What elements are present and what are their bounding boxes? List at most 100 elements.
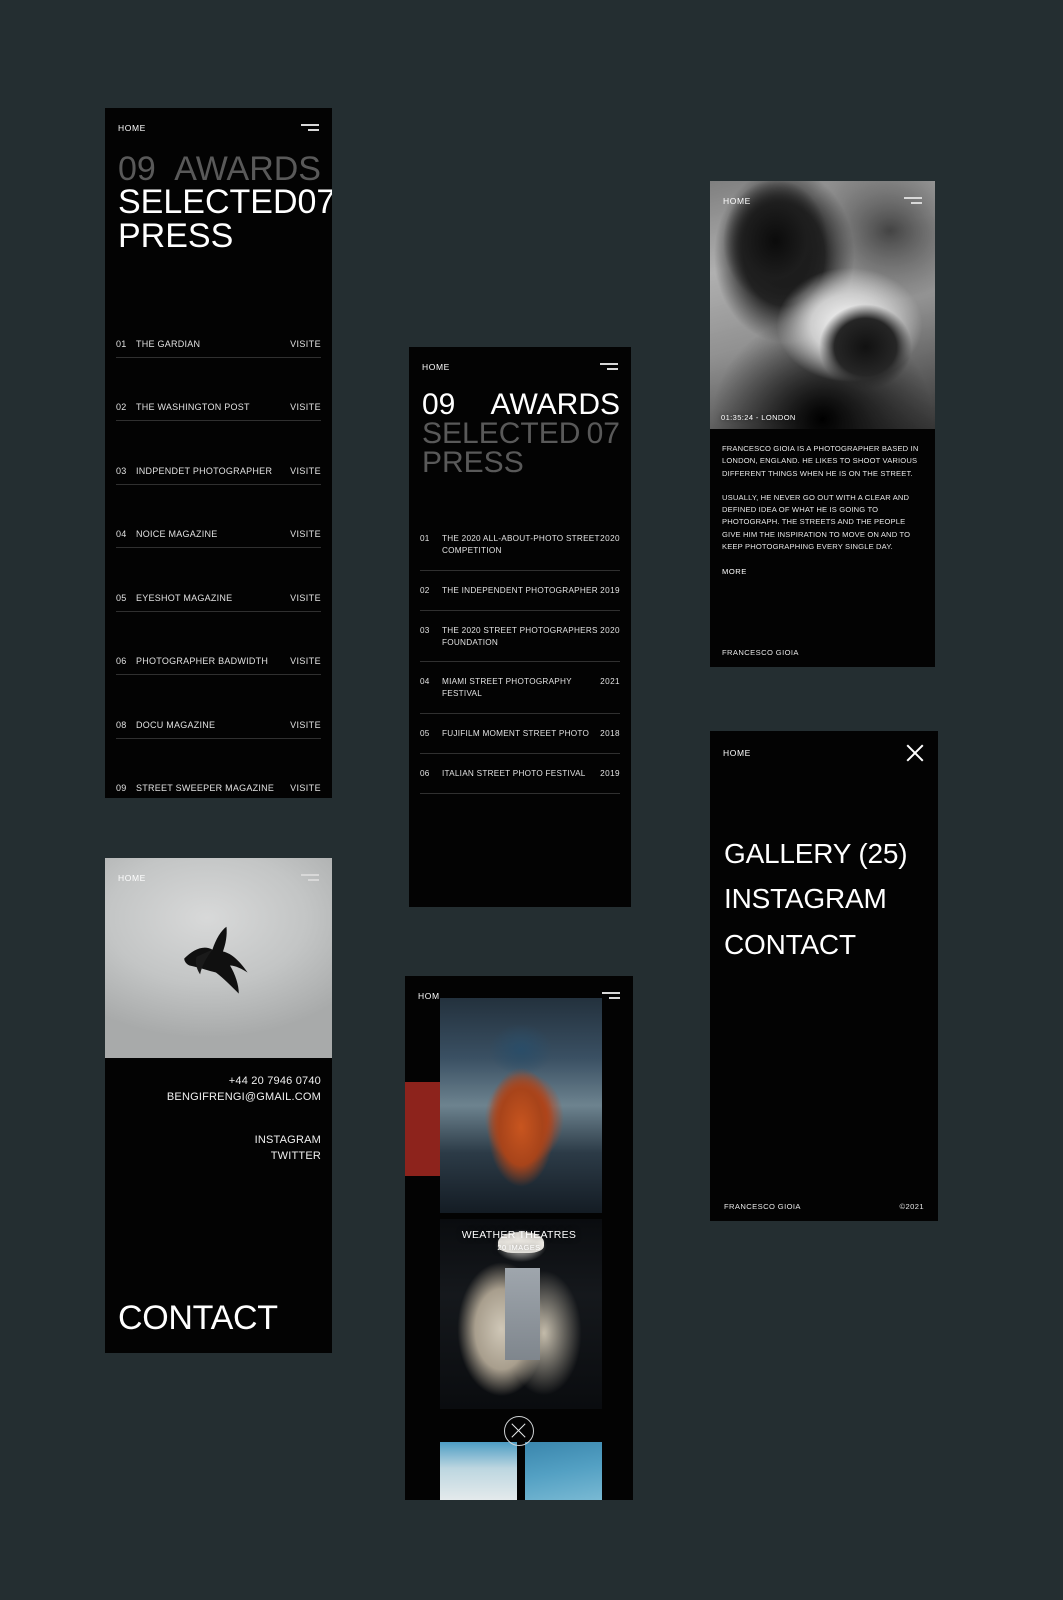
close-icon[interactable] [504, 1416, 534, 1446]
visite-link[interactable]: VISITE [290, 783, 321, 793]
award-year: 2018 [600, 729, 620, 739]
hamburger-icon[interactable] [301, 873, 319, 883]
visite-link[interactable]: VISITE [290, 529, 321, 539]
row-title: ITALIAN STREET PHOTO FESTIVAL [442, 769, 586, 779]
table-row[interactable]: 04 NOICE MAGAZINE VISITE [116, 485, 321, 548]
selected-press-panel: HOME 09 AWARDS SELECTED 07 PRESS 01 THE G… [105, 108, 332, 798]
row-number: 03 [420, 625, 430, 635]
row-number: 04 [420, 677, 430, 687]
menu-link[interactable]: CONTACT [724, 922, 924, 967]
row-left: 08 DOCU MAGAZINE [116, 720, 215, 730]
gallery-image-count: 20 IMAGES [497, 1243, 541, 1253]
table-row[interactable]: 02 THE INDEPENDENT PHOTOGRAPHER 2019 [420, 571, 620, 611]
gallery-topbar: HOM [405, 976, 633, 1016]
contact-panel: HOME +44 20 7946 0740 BENGIFRENGI@GMAIL.… [105, 858, 332, 1353]
press-number: 07 [586, 417, 620, 451]
table-row[interactable]: 06 ITALIAN STREET PHOTO FESTIVAL 2019 [420, 754, 620, 795]
press-number: 07 [297, 183, 333, 222]
row-number: 04 [116, 529, 127, 539]
row-left: 05 EYESHOT MAGAZINE [116, 593, 232, 603]
more-link[interactable]: MORE [722, 567, 923, 576]
visite-link[interactable]: VISITE [290, 593, 321, 603]
table-row[interactable]: 05 FUJIFILM MOMENT STREET PHOTO 2018 [420, 714, 620, 755]
row-left: 02 THE INDEPENDENT PHOTOGRAPHER [420, 585, 598, 597]
list-item[interactable] [525, 1442, 602, 1500]
close-icon[interactable] [905, 743, 925, 763]
row-title: INDPENDET PHOTOGRAPHER [136, 465, 273, 476]
gallery-thumbnails [440, 1442, 602, 1500]
awards-list: 01 THE 2020 ALL-ABOUT-PHOTO STREET COMPET… [420, 519, 620, 795]
social-link[interactable]: TWITTER [119, 1149, 321, 1165]
row-number: 01 [420, 534, 430, 543]
visite-link[interactable]: VISITE [290, 656, 321, 666]
home-link[interactable]: HOME [118, 123, 146, 133]
home-link[interactable]: HOME [723, 196, 751, 206]
row-number: 09 [116, 783, 127, 793]
row-left: 03 THE 2020 STREET PHOTOGRAPHERS FOUNDATI… [420, 625, 600, 649]
menu-overlay-panel: HOME GALLERY (25) INSTAGRAM CONTACT FRANCE… [710, 731, 938, 1221]
home-link[interactable]: HOME [723, 748, 751, 758]
row-title: STREET SWEEPER MAGAZINE [136, 783, 275, 793]
table-row[interactable]: 01 THE GARDIAN VISITE [116, 294, 321, 358]
table-row[interactable]: 02 THE WASHINGTON POST VISITE [116, 358, 321, 421]
press-headline-row[interactable]: SELECTED 07 [118, 183, 332, 222]
row-number: 01 [116, 338, 127, 349]
table-row[interactable]: 05 EYESHOT MAGAZINE VISITE [116, 548, 321, 612]
row-title: NOICE MAGAZINE [136, 529, 218, 539]
row-left: 06 ITALIAN STREET PHOTO FESTIVAL [420, 768, 586, 780]
row-number: 05 [420, 729, 430, 739]
table-row[interactable]: 03 THE 2020 STREET PHOTOGRAPHERS FOUNDATI… [420, 611, 620, 663]
phone-number[interactable]: +44 20 7946 0740 [119, 1074, 321, 1090]
table-row[interactable]: 01 THE 2020 ALL-ABOUT-PHOTO STREET COMPET… [420, 519, 620, 571]
row-title: EYESHOT MAGAZINE [136, 592, 233, 603]
photo-caption: 01:35:24 - LONDON [721, 413, 796, 422]
table-row[interactable]: 06 PHOTOGRAPHER BADWIDTH VISITE [116, 612, 321, 675]
hamburger-icon[interactable] [301, 123, 319, 133]
list-item[interactable] [440, 1442, 517, 1500]
hamburger-icon[interactable] [600, 362, 618, 372]
award-year: 2020 [600, 625, 620, 635]
row-left: 03 INDPENDET PHOTOGRAPHER [116, 466, 272, 476]
menu-link[interactable]: GALLERY (25) [724, 831, 924, 876]
visite-link[interactable]: VISITE [290, 466, 321, 476]
row-left: 06 PHOTOGRAPHER BADWIDTH [116, 656, 268, 666]
row-title: THE 2020 STREET PHOTOGRAPHERS FOUNDATION [442, 625, 598, 647]
award-year: 2019 [600, 769, 620, 779]
press-headline-row[interactable]: SELECTED 07 [422, 418, 620, 449]
awards-headline-row[interactable]: 09 AWARDS [118, 151, 321, 187]
table-row[interactable]: 08 DOCU MAGAZINE VISITE [116, 675, 321, 739]
red-accent-block [405, 1082, 441, 1176]
row-title: THE INDEPENDENT PHOTOGRAPHER [442, 585, 598, 595]
awards-number: 09 [422, 388, 456, 421]
row-title: THE 2020 ALL-ABOUT-PHOTO STREET COMPETIT… [442, 534, 600, 555]
email-address[interactable]: BENGIFRENGI@GMAIL.COM [119, 1090, 321, 1106]
visite-link[interactable]: VISITE [290, 339, 321, 349]
awards-headline-row[interactable]: 09 AWARDS [422, 389, 620, 420]
row-title: THE GARDIAN [136, 338, 201, 349]
contact-social-links: INSTAGRAM TWITTER [119, 1133, 321, 1164]
home-link[interactable]: HOM [418, 991, 440, 1001]
table-row[interactable]: 09 STREET SWEEPER MAGAZINE VISITE [116, 739, 321, 799]
awards-headline: 09 AWARDS SELECTED 07 PRESS [422, 389, 620, 479]
gallery-panel: WEATHER THEATRES 20 IMAGES HOM [405, 976, 633, 1500]
row-left: 01 THE GARDIAN [116, 339, 200, 349]
social-link[interactable]: INSTAGRAM [119, 1133, 321, 1149]
row-title: FUJIFILM MOMENT STREET PHOTO [442, 729, 590, 739]
hamburger-icon[interactable] [904, 196, 922, 206]
press-label-line1: SELECTED [118, 183, 298, 222]
gallery-hero-photo[interactable] [440, 998, 602, 1213]
visite-link[interactable]: VISITE [290, 720, 321, 730]
table-row[interactable]: 03 INDPENDET PHOTOGRAPHER VISITE [116, 421, 321, 485]
visite-link[interactable]: VISITE [290, 402, 321, 412]
row-left: 04 NOICE MAGAZINE [116, 529, 218, 539]
menu-link[interactable]: INSTAGRAM [724, 876, 924, 921]
footer-copyright: ©2021 [899, 1202, 924, 1211]
gallery-title: WEATHER THEATRES [461, 1228, 577, 1241]
row-number: 02 [116, 402, 127, 412]
table-row[interactable]: 04 MIAMI STREET PHOTOGRAPHY FESTIVAL 2021 [420, 662, 620, 715]
footer-name: FRANCESCO GIOIA [722, 648, 799, 657]
home-link[interactable]: HOME [118, 873, 146, 883]
home-link[interactable]: HOME [422, 362, 450, 372]
awards-label: AWARDS [490, 388, 620, 421]
hamburger-icon[interactable] [602, 991, 620, 1001]
